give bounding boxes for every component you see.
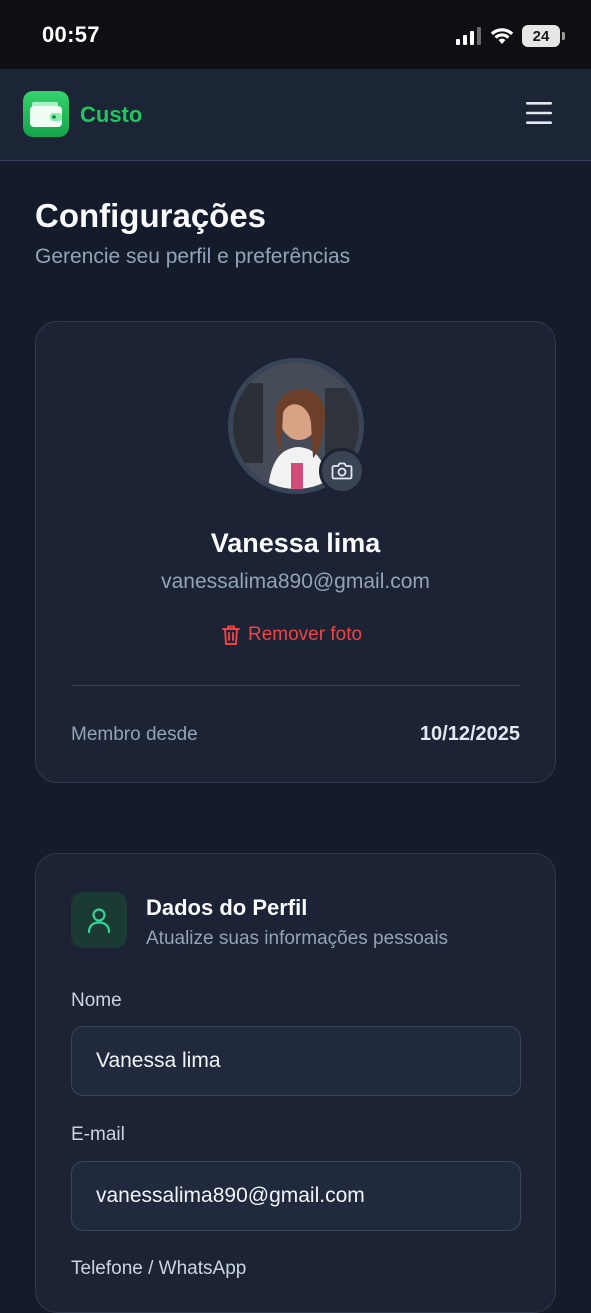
phone-label: Telefone / WhatsApp: [71, 1258, 247, 1279]
brand-name[interactable]: Custo: [80, 102, 142, 128]
app-header: Custo: [0, 69, 591, 161]
battery-indicator: 24: [522, 25, 560, 47]
section-title: Dados do Perfil: [146, 895, 308, 920]
page-subtitle: Gerencie seu perfil e preferências: [35, 245, 351, 268]
status-time: 00:57: [42, 22, 100, 47]
status-bar: 00:57 24: [0, 0, 591, 69]
profile-name: Vanessa lima: [210, 528, 381, 558]
status-icons: 24: [456, 24, 565, 48]
battery-cap: [562, 32, 565, 40]
hamburger-menu-icon[interactable]: [525, 99, 553, 127]
member-since-value: 10/12/2025: [419, 723, 520, 745]
member-since-label: Membro desde: [71, 724, 198, 745]
name-label: Nome: [71, 990, 122, 1011]
email-label: E-mail: [71, 1124, 125, 1145]
divider: [71, 685, 520, 686]
change-photo-button[interactable]: [319, 448, 365, 494]
wallet-logo-icon[interactable]: [23, 91, 69, 137]
profile-data-card: Dados do Perfil Atualize suas informaçõe…: [35, 853, 556, 1313]
email-input[interactable]: [71, 1161, 521, 1231]
user-icon: [71, 892, 127, 948]
section-subtitle: Atualize suas informações pessoais: [146, 928, 449, 949]
remove-photo-label: Remover foto: [248, 624, 363, 645]
battery-percentage: 24: [532, 27, 550, 45]
camera-icon: [331, 462, 353, 480]
wifi-icon: [490, 28, 514, 44]
name-input[interactable]: [71, 1026, 521, 1096]
remove-photo-button[interactable]: Remover foto: [221, 624, 362, 646]
cellular-signal-icon: [456, 27, 481, 45]
profile-email: vanessalima890@gmail.com: [161, 570, 430, 593]
trash-icon: [222, 625, 240, 645]
page-title: Configurações: [35, 197, 267, 234]
profile-card: Vanessa lima vanessalima890@gmail.com Re…: [35, 321, 556, 783]
